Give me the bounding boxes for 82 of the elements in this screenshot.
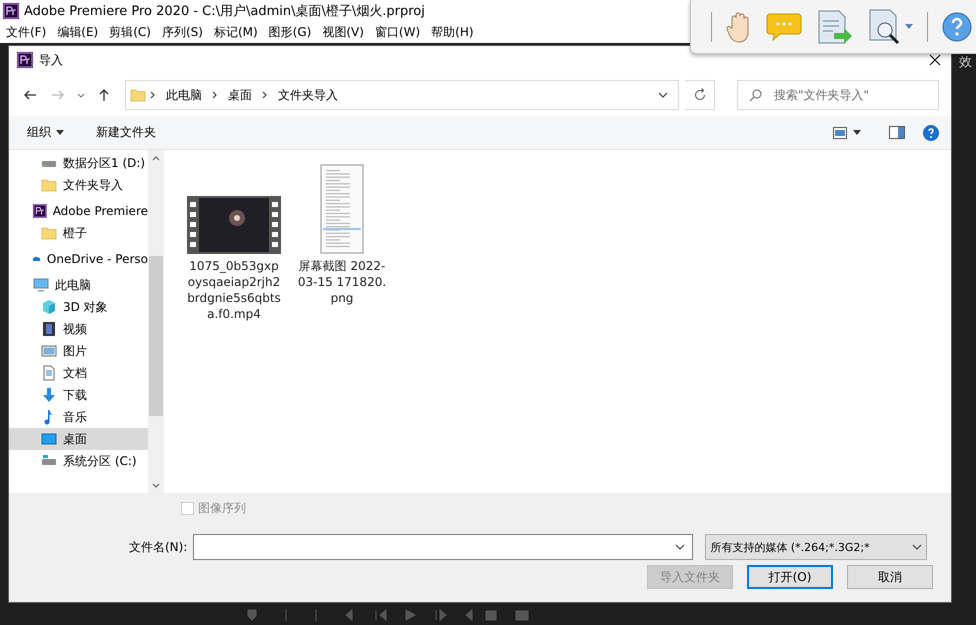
sidebar-item[interactable]: 下载: [9, 384, 148, 406]
sidebar-item[interactable]: 系统分区 (C:): [9, 450, 148, 472]
sidebar-item[interactable]: OneDrive - Perso: [9, 248, 148, 270]
folder-icon: [41, 225, 57, 241]
chevron-right-icon: [262, 91, 267, 99]
breadcrumb-item[interactable]: 桌面: [222, 86, 258, 104]
document-arrow-icon[interactable]: [816, 8, 854, 44]
organize-menu-button[interactable]: 组织: [25, 122, 66, 143]
dialog-button[interactable]: 取消: [847, 565, 933, 589]
scrollbar[interactable]: [148, 150, 164, 493]
search-field[interactable]: 搜索"文件夹导入": [737, 80, 939, 110]
sidebar-item[interactable]: 桌面: [9, 428, 148, 450]
close-button[interactable]: [927, 52, 943, 68]
menu-item[interactable]: 帮助(H): [431, 24, 474, 40]
sidebar-item[interactable]: 文件夹导入: [9, 174, 148, 196]
chevron-down-icon: [658, 92, 668, 98]
picture-icon: [41, 343, 57, 359]
sidebar-item[interactable]: 此电脑: [9, 274, 148, 296]
menu-item[interactable]: 图形(G): [268, 24, 312, 40]
document-search-icon[interactable]: [868, 8, 913, 46]
dialog-button[interactable]: 打开(O): [747, 565, 833, 589]
search-icon: [749, 89, 762, 102]
menu-item[interactable]: 序列(S): [162, 24, 203, 40]
menu-item[interactable]: 编辑(E): [57, 24, 98, 40]
cube-icon: [41, 299, 57, 315]
filename-field[interactable]: [193, 534, 694, 560]
file-type-dropdown[interactable]: 所有支持的媒体 (*.264;*.3G2;*: [705, 534, 928, 560]
preview-pane-icon: [889, 126, 905, 139]
menu-item[interactable]: 视图(V): [322, 24, 364, 40]
help-button[interactable]: [923, 124, 939, 140]
menu-item[interactable]: 文件(F): [6, 24, 46, 40]
new-folder-button[interactable]: 新建文件夹: [94, 122, 158, 143]
chevron-down-icon: [675, 544, 686, 550]
film-icon: [41, 321, 57, 337]
premiere-logo-icon: [3, 2, 19, 18]
sidebar-item[interactable]: 数据分区1 (D:): [9, 152, 148, 174]
chevron-right-icon: [212, 91, 217, 99]
help-icon[interactable]: [942, 12, 972, 42]
chevron-down-icon: [77, 92, 85, 98]
chevron-right-icon: [150, 91, 155, 99]
checkbox-label: 图像序列: [198, 500, 246, 516]
sidebar-item[interactable]: 橙子: [9, 222, 148, 244]
menu-item[interactable]: 标记(M): [214, 24, 258, 40]
document-icon: [41, 365, 57, 381]
down-arrow-icon: [41, 387, 57, 403]
sidebar-item[interactable]: 3D 对象: [9, 296, 148, 318]
file-item[interactable]: 1075_0b53gxpoysqaeiap2rjh2brdgnie5s6qbtsa.f0.mp4: [186, 158, 282, 322]
dialog-title: 导入: [39, 52, 64, 68]
sidebar-item[interactable]: 图片: [9, 340, 148, 362]
help-icon: [923, 124, 939, 140]
menu-item[interactable]: 剪辑(C): [109, 24, 151, 40]
field-label: 文件名(N):: [129, 538, 188, 556]
address-bar[interactable]: 此电脑 桌面 文件夹导入: [125, 80, 679, 110]
refresh-button[interactable]: [685, 80, 715, 110]
caret-icon: [853, 130, 861, 135]
view-options-button[interactable]: [833, 126, 861, 138]
view-icon: [833, 126, 847, 138]
sidebar-item[interactable]: Adobe Premiere: [9, 200, 148, 222]
desktop-icon: [41, 431, 57, 447]
monitor-icon: [33, 277, 49, 293]
refresh-icon: [692, 88, 706, 102]
chevron-down-icon: [152, 482, 160, 488]
caret-icon: [56, 130, 64, 135]
chevron-down-icon: [912, 544, 922, 550]
sidebar-item[interactable]: 音乐: [9, 406, 148, 428]
screenshot-thumbnail-icon: [320, 164, 364, 254]
preview-pane-button[interactable]: [889, 126, 905, 139]
premiere-logo-icon: [17, 52, 33, 68]
breadcrumb-item[interactable]: 此电脑: [160, 86, 208, 104]
folder-icon: [41, 177, 57, 193]
sidebar-item[interactable]: 文档: [9, 362, 148, 384]
menu-item[interactable]: 窗口(W): [374, 24, 420, 40]
chevron-up-icon: [152, 156, 160, 160]
video-thumbnail-icon: [187, 196, 281, 254]
breadcrumb-item[interactable]: 文件夹导入: [272, 86, 344, 104]
premiere-logo-icon: [33, 203, 47, 219]
window-title: Adobe Premiere Pro 2020 - C:\用户\admin\桌面\橙子\烟火.prproj: [24, 2, 425, 20]
folder-icon: [130, 87, 146, 103]
file-item[interactable]: 屏幕截图 2022-03-15 171820.png: [294, 158, 390, 306]
panel-tab-label: 效: [959, 54, 972, 71]
caret-icon: [905, 24, 913, 29]
sidebar-item[interactable]: 视频: [9, 318, 148, 340]
